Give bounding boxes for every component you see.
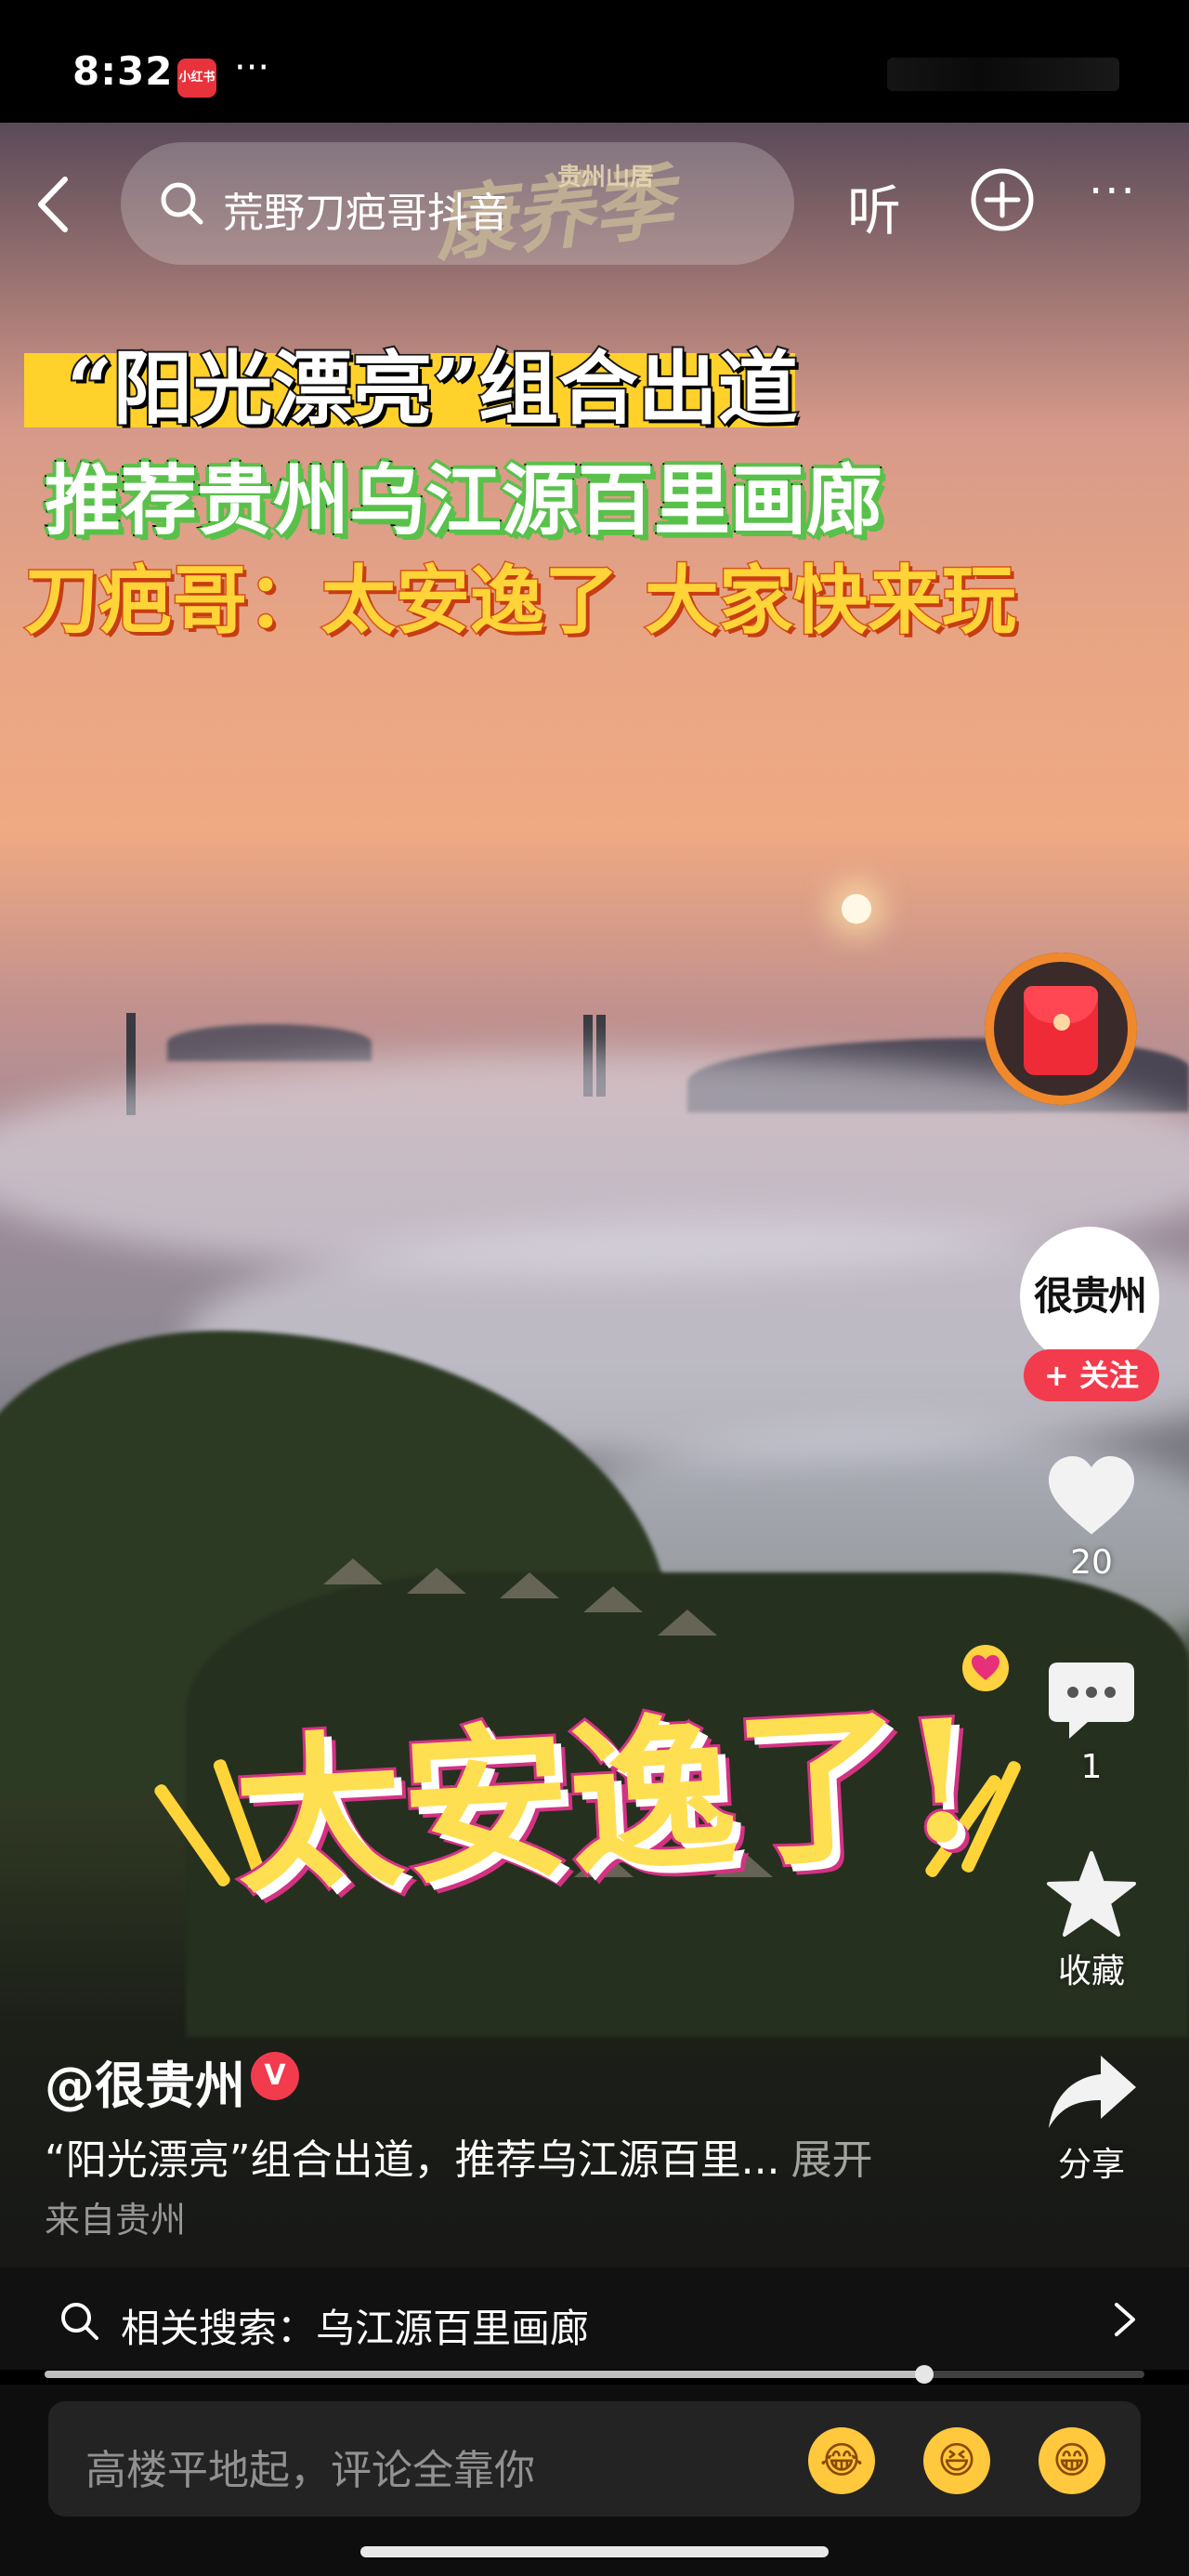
status-icons [887,58,1119,91]
author-avatar[interactable]: 很贵州 [1020,1227,1159,1366]
favorite-label: 收藏 [1057,1952,1125,1991]
sticker-text: 太安逸了! [228,1679,985,1920]
description-text: “阳光漂亮”组合出道，推荐乌江源百里... [45,2136,780,2184]
video-description[interactable]: “阳光漂亮”组合出道，推荐乌江源百里... 展开 [45,2126,873,2186]
plus-circle-icon [971,168,1034,231]
related-search-label: 相关搜索：乌江源百里画廊 [121,2306,590,2351]
back-button[interactable] [28,172,80,237]
home-indicator[interactable] [360,2546,829,2557]
search-icon [161,182,203,225]
more-button[interactable]: ··· [1089,165,1137,217]
search-icon [61,2303,98,2340]
caption-line-2: 推荐贵州乌江源百里画廊 [43,454,884,547]
status-bar: 8:32 小红书 ··· [0,0,1189,123]
comment-button[interactable]: 1 [1022,1659,1161,1786]
favorite-button[interactable]: 收藏 [1022,1849,1161,1992]
comment-count: 1 [1080,1748,1103,1786]
search-query: 荒野刀疤哥抖音 [223,190,509,237]
heart-icon [972,1655,1000,1680]
like-button[interactable]: 20 [1022,1454,1161,1582]
star-icon [1047,1851,1136,1937]
mountain [167,1024,372,1061]
location-text: 来自贵州 [45,2200,187,2241]
video-progress-bar[interactable] [45,2365,1144,2384]
search-bar[interactable]: 荒野刀疤哥抖音 [121,142,794,265]
beaming-emoji-icon[interactable]: 😁 [1039,2427,1105,2494]
sun [842,894,871,924]
grinning-squint-emoji-icon[interactable]: 😆 [923,2427,990,2494]
related-search-bar[interactable]: 相关搜索：乌江源百里画廊 [0,2267,1189,2370]
caption-line-3: 刀疤哥：太安逸了 大家快来玩 [23,556,1018,646]
laughing-tears-emoji-icon[interactable]: 😂 [808,2427,875,2494]
status-more: ··· [234,46,270,89]
comment-placeholder: 高楼平地起，评论全靠你 [85,2447,535,2494]
listen-button[interactable]: 听 [847,167,901,245]
verified-badge-icon: V [251,2052,299,2100]
share-arrow-icon [1049,2056,1136,2128]
chevron-right-icon [1115,2303,1135,2336]
red-packet-button[interactable] [985,953,1137,1105]
follow-button[interactable]: + 关注 [1024,1349,1159,1401]
add-button[interactable] [970,167,1035,232]
chevron-left-icon [38,177,68,232]
share-button[interactable]: 分享 [1022,2052,1161,2186]
share-label: 分享 [1057,2146,1125,2184]
comment-icon [1049,1663,1134,1739]
heart-emoji-badge [962,1645,1009,1691]
caption-line-1: “阳光漂亮”组合出道 [65,340,800,438]
heart-icon [1049,1456,1134,1534]
status-time: 8:32 [72,48,174,94]
expand-link[interactable]: 展开 [791,2136,873,2184]
progress-handle[interactable] [915,2365,934,2384]
comment-input[interactable]: 高楼平地起，评论全靠你 😂 😆 😁 [48,2401,1141,2517]
app-badge-icon: 小红书 [177,59,216,98]
like-count: 20 [1070,1544,1113,1582]
progress-fill [45,2371,925,2378]
red-envelope-icon [1024,986,1098,1075]
author-name[interactable]: @很贵州 [45,2044,245,2118]
